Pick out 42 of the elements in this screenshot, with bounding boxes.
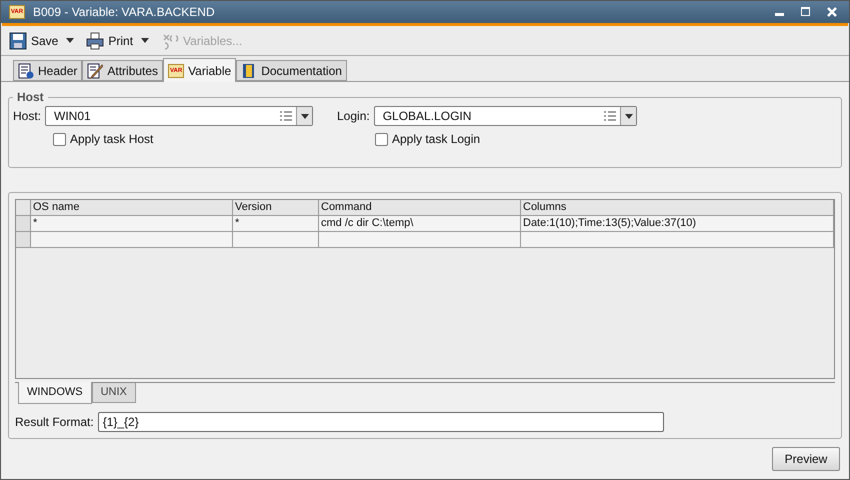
table-cell: Date:1(10);Time:13(5);Value:37(10) <box>521 216 834 231</box>
toolbar-button[interactable]: Print <box>86 32 150 50</box>
list-icon <box>280 111 292 121</box>
dropdown-button[interactable] <box>296 107 312 125</box>
column-header[interactable]: Version <box>233 200 319 215</box>
field-label: Login: <box>337 108 370 125</box>
field-value: GLOBAL.LOGIN <box>382 108 472 125</box>
tab[interactable]: Documentation <box>236 60 347 81</box>
close-icon[interactable] <box>827 7 837 18</box>
caret-icon <box>141 38 150 43</box>
column-header[interactable]: Columns <box>521 200 834 215</box>
tab[interactable]: Header <box>13 60 82 81</box>
document-info-icon <box>18 62 34 78</box>
combo-box[interactable]: WIN01 <box>45 106 313 126</box>
field-label: Result Format: <box>15 414 94 431</box>
field-value: WIN01 <box>53 108 92 125</box>
tab[interactable]: WINDOWS <box>18 382 92 404</box>
caret-icon <box>300 114 308 118</box>
variables-icon <box>161 32 180 50</box>
toolbar-button[interactable]: Save <box>9 32 74 50</box>
checkbox[interactable]: Apply task Login <box>375 130 637 148</box>
tab[interactable]: Attributes <box>82 60 164 81</box>
caret-icon <box>624 114 632 118</box>
document-pencil-icon <box>87 62 104 78</box>
combo-box[interactable]: GLOBAL.LOGIN <box>374 106 637 126</box>
checkbox[interactable]: Apply task Host <box>53 130 313 148</box>
input-field[interactable]: {1}_{2} <box>98 412 664 432</box>
window-title: B009 - Variable: VARA.BACKEND <box>33 4 216 22</box>
group-title: Host <box>16 89 45 106</box>
maximize-icon[interactable] <box>801 7 811 18</box>
list-icon <box>604 111 616 121</box>
dropdown-button[interactable] <box>620 107 636 125</box>
table-cell: * <box>233 216 319 231</box>
printer-icon <box>86 32 104 50</box>
table-cell: * <box>31 216 233 231</box>
column-header[interactable]: OS name <box>31 200 233 215</box>
column-header[interactable]: Command <box>319 200 521 215</box>
tab[interactable]: UNIX <box>92 383 136 403</box>
field-label: Host: <box>13 108 42 125</box>
caret-icon <box>66 38 74 43</box>
preview-button[interactable]: Preview <box>772 447 840 471</box>
table-cell: cmd /c dir C:\temp\ <box>319 216 521 231</box>
